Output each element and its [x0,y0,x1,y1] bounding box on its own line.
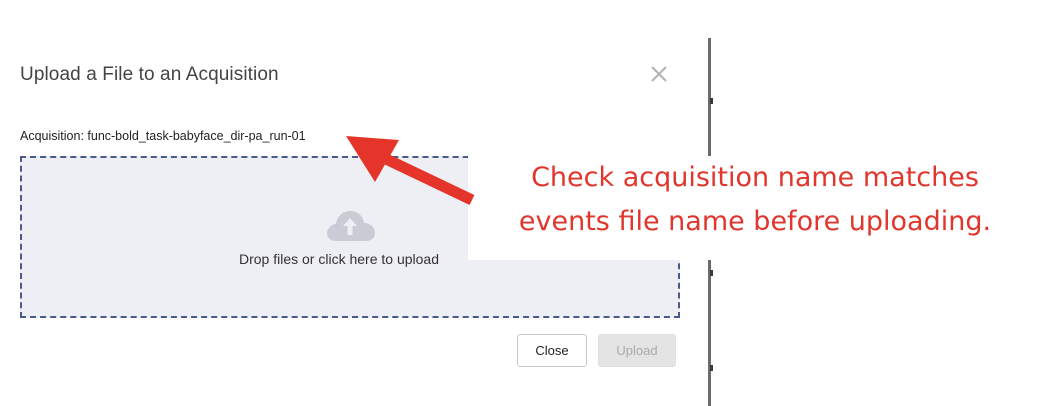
close-button[interactable]: Close [517,334,587,367]
red-arrow-icon [346,136,475,205]
acquisition-name: Acquisition: func-bold_task-babyface_dir… [20,129,306,143]
dialog-title: Upload a File to an Acquisition [20,64,279,85]
edge-marker [710,270,713,276]
close-x-glyph [651,66,667,82]
annotation-line-1: Check acquisition name matches [531,162,979,193]
dropzone-label: Drop files or click here to upload [239,251,439,267]
annotation-line-2: events file name before uploading. [518,206,992,237]
edge-marker [710,365,713,371]
upload-button[interactable]: Upload [598,334,676,367]
edge-marker [710,98,713,104]
close-icon[interactable] [648,63,670,85]
screenshot-canvas: Upload a File to an Acquisition Acquisit… [0,0,1042,406]
